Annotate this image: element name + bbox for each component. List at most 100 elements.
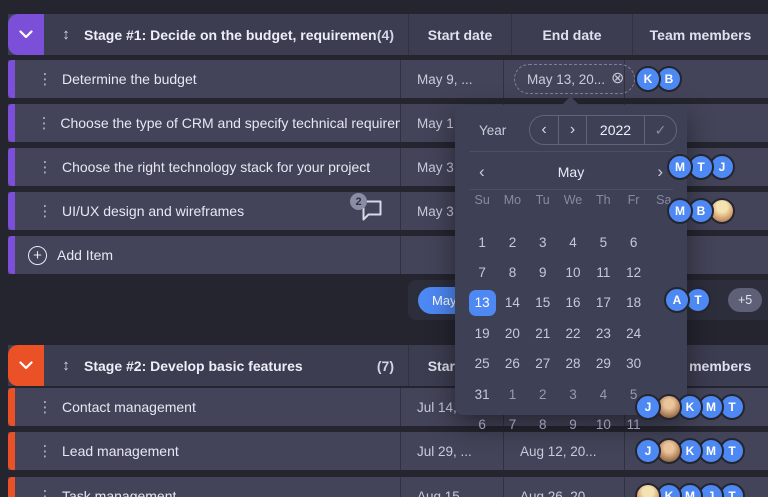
group-item-count: (4) xyxy=(377,27,394,43)
calendar-day[interactable]: 1 xyxy=(497,379,527,409)
row-menu-icon[interactable]: ⋮ xyxy=(36,487,54,497)
weekday-label: Tu xyxy=(528,193,558,207)
column-header-start-date[interactable]: Start date xyxy=(409,14,512,55)
avatar[interactable]: M xyxy=(667,154,693,180)
calendar-day[interactable]: 4 xyxy=(588,379,618,409)
calendar-day[interactable]: 17 xyxy=(588,288,618,318)
avatar[interactable]: J xyxy=(635,438,661,464)
row-menu-icon[interactable]: ⋮ xyxy=(36,70,54,88)
group-title[interactable]: Stage #2: Develop basic features xyxy=(84,358,377,374)
weekday-label: Su xyxy=(467,193,497,207)
calendar-day[interactable]: 2 xyxy=(528,379,558,409)
start-date-value[interactable]: May 9, ... xyxy=(417,72,473,87)
column-header-team-members[interactable]: Team members xyxy=(633,14,768,55)
year-input[interactable]: 2022 xyxy=(586,116,644,144)
calendar-day[interactable]: 12 xyxy=(618,257,648,287)
month-name: May xyxy=(455,164,687,180)
chevron-down-icon xyxy=(19,357,33,375)
calendar-day[interactable]: 20 xyxy=(497,318,527,348)
calendar-day[interactable]: 18 xyxy=(618,288,648,318)
calendar-day[interactable]: 14 xyxy=(497,288,527,318)
calendar-day[interactable]: 8 xyxy=(528,409,558,439)
group-title[interactable]: Stage #1: Decide on the budget, requirem… xyxy=(84,27,377,43)
year-prev-button[interactable]: ‹ xyxy=(530,116,558,144)
start-date-value[interactable]: Aug 15, ... xyxy=(417,489,479,497)
calendar-day[interactable]: 6 xyxy=(467,409,497,439)
calendar-day[interactable]: 24 xyxy=(618,318,648,348)
calendar-day[interactable]: 31 xyxy=(467,379,497,409)
calendar-day[interactable]: 10 xyxy=(558,257,588,287)
month-prev-icon[interactable]: ‹ xyxy=(479,162,485,182)
calendar-day[interactable]: 23 xyxy=(588,318,618,348)
year-stepper: ‹ › 2022 ✓ xyxy=(529,115,677,145)
calendar-day[interactable]: 21 xyxy=(528,318,558,348)
avatar-overflow-badge[interactable]: +5 xyxy=(728,288,762,312)
calendar-day[interactable]: 16 xyxy=(558,288,588,318)
row-menu-icon[interactable]: ⋮ xyxy=(36,158,54,176)
team-members-cell: KMJT xyxy=(625,477,760,497)
end-date-value[interactable]: Aug 26, 20... xyxy=(520,489,597,497)
calendar-day[interactable]: 10 xyxy=(588,409,618,439)
selected-day[interactable]: 13 xyxy=(469,290,496,316)
calendar-day[interactable]: 4 xyxy=(558,227,588,257)
calendar-day[interactable]: 7 xyxy=(497,409,527,439)
task-name[interactable]: UI/UX design and wireframes xyxy=(62,203,244,219)
calendar-day[interactable]: 2 xyxy=(497,227,527,257)
avatar[interactable]: J xyxy=(635,394,661,420)
row-menu-icon[interactable]: ⋮ xyxy=(36,202,54,220)
end-date-value[interactable]: Aug 12, 20... xyxy=(520,444,597,459)
year-next-button[interactable]: › xyxy=(558,116,586,144)
task-name[interactable]: Choose the right technology stack for yo… xyxy=(62,159,370,175)
task-name[interactable]: Lead management xyxy=(62,443,179,459)
task-name[interactable]: Task management xyxy=(62,488,176,497)
calendar-day[interactable]: 26 xyxy=(497,349,527,379)
calendar-day[interactable]: 19 xyxy=(467,318,497,348)
calendar-day[interactable]: 3 xyxy=(528,227,558,257)
year-confirm-icon[interactable]: ✓ xyxy=(644,116,676,144)
add-icon: + xyxy=(28,246,47,265)
calendar-day[interactable]: 5 xyxy=(588,227,618,257)
calendar-day[interactable]: 30 xyxy=(618,349,648,379)
clear-date-icon[interactable]: ⊗ xyxy=(611,71,624,87)
calendar-day[interactable]: 7 xyxy=(467,257,497,287)
group-item-count: (7) xyxy=(377,358,394,374)
calendar-day[interactable]: 27 xyxy=(528,349,558,379)
column-header-end-date[interactable]: End date xyxy=(512,14,633,55)
calendar-day[interactable]: 9 xyxy=(528,257,558,287)
calendar-day[interactable]: 25 xyxy=(467,349,497,379)
divider xyxy=(469,189,673,190)
calendar-day[interactable]: 22 xyxy=(558,318,588,348)
end-date-value: May 13, 20... xyxy=(527,72,605,87)
drag-handle-icon[interactable]: ↕ xyxy=(58,357,74,374)
avatar[interactable]: A xyxy=(664,287,690,313)
avatar-photo[interactable] xyxy=(635,483,661,497)
calendar-day[interactable]: 6 xyxy=(618,227,648,257)
collapse-group-button[interactable] xyxy=(8,14,44,55)
calendar-day[interactable]: 8 xyxy=(497,257,527,287)
calendar-day[interactable]: 9 xyxy=(558,409,588,439)
avatar[interactable]: K xyxy=(635,66,661,92)
row-menu-icon[interactable]: ⋮ xyxy=(36,398,54,416)
month-next-icon[interactable]: › xyxy=(657,162,663,182)
calendar-day[interactable]: 15 xyxy=(528,288,558,318)
table-row: ⋮ Determine the budget May 9, ... May 13… xyxy=(8,60,768,98)
row-menu-icon[interactable]: ⋮ xyxy=(36,114,52,132)
task-name[interactable]: Determine the budget xyxy=(62,71,197,87)
weekday-label: Th xyxy=(588,193,618,207)
calendar-day[interactable]: 1 xyxy=(467,227,497,257)
row-menu-icon[interactable]: ⋮ xyxy=(36,442,54,460)
calendar-day[interactable]: 11 xyxy=(588,257,618,287)
calendar-day[interactable]: 3 xyxy=(558,379,588,409)
collapse-group-button[interactable] xyxy=(8,345,44,386)
add-item-label: Add Item xyxy=(57,247,113,263)
end-date-editing-pill[interactable]: May 13, 20... ⊗ xyxy=(514,64,635,94)
calendar-day[interactable]: 13 xyxy=(467,288,497,318)
task-name[interactable]: Choose the type of CRM and specify techn… xyxy=(60,115,400,131)
task-name[interactable]: Contact management xyxy=(62,399,196,415)
start-date-value[interactable]: Jul 29, ... xyxy=(417,444,472,459)
drag-handle-icon[interactable]: ↕ xyxy=(58,26,74,43)
calendar-day[interactable]: 28 xyxy=(558,349,588,379)
calendar-day[interactable]: 29 xyxy=(588,349,618,379)
avatar[interactable]: M xyxy=(667,198,693,224)
chat-bubble-icon[interactable]: 2 xyxy=(360,199,386,223)
